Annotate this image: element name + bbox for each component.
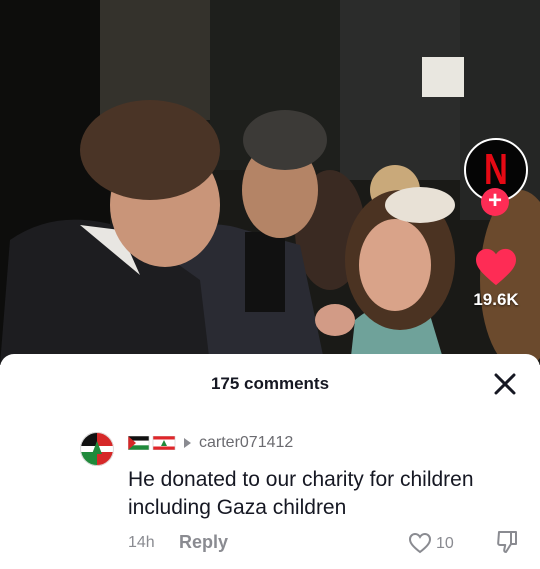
follow-button[interactable]: + <box>481 188 509 216</box>
netflix-n-logo-icon: N <box>484 145 508 194</box>
comments-sheet: 175 comments carter071412 He donated to … <box>0 354 540 569</box>
plus-icon: + <box>487 187 502 214</box>
heart-filled-icon[interactable] <box>474 247 518 287</box>
comment-text: He donated to our charity for children i… <box>128 468 474 519</box>
video-player[interactable]: N + 19.6K <box>0 0 540 365</box>
heart-outline-icon[interactable] <box>408 532 432 554</box>
palestine-lebanon-flag-avatar-icon[interactable] <box>80 432 114 466</box>
thumbs-down-icon[interactable] <box>496 530 518 554</box>
reply-button[interactable]: Reply <box>179 532 228 553</box>
close-icon[interactable] <box>492 371 518 397</box>
comment-username[interactable]: carter071412 <box>199 434 293 452</box>
comment-like-count: 10 <box>436 535 454 552</box>
username-flags <box>128 436 176 450</box>
lebanon-flag-icon <box>152 436 176 450</box>
palestine-flag-icon <box>128 436 150 450</box>
comments-title: 175 comments <box>210 374 330 393</box>
like-count: 19.6K <box>473 290 519 309</box>
caret-right-icon <box>184 438 191 448</box>
comment-timestamp: 14h <box>128 534 155 551</box>
